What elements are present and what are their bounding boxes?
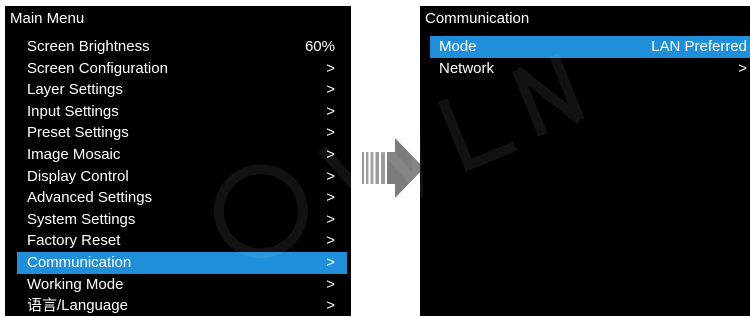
menu-item-communication[interactable]: Communication >	[17, 252, 347, 274]
menu-item-value: >	[326, 254, 335, 271]
menu-item-label: Display Control	[27, 167, 129, 185]
menu-item-label: Mode	[439, 38, 477, 55]
menu-item-value: >	[326, 81, 335, 99]
menu-item-mode[interactable]: Mode LAN Preferred	[430, 36, 750, 58]
menu-item-image-mosaic[interactable]: Image Mosaic >	[17, 144, 347, 166]
menu-item-advanced-settings[interactable]: Advanced Settings >	[17, 187, 347, 209]
menu-item-value: LAN Preferred	[651, 38, 747, 55]
menu-item-value: >	[326, 275, 335, 293]
communication-panel: Communication Mode LAN Preferred Network…	[420, 6, 750, 316]
arrow-stripes	[362, 152, 385, 184]
menu-item-factory-reset[interactable]: Factory Reset >	[17, 230, 347, 252]
menu-item-screen-configuration[interactable]: Screen Configuration >	[17, 58, 347, 80]
menu-item-label: Screen Brightness	[27, 38, 150, 55]
menu-item-value: >	[326, 124, 335, 142]
menu-item-label: Preset Settings	[27, 124, 129, 142]
menu-item-value: >	[326, 146, 335, 163]
menu-item-label: Screen Configuration	[27, 59, 168, 77]
menu-item-label: Image Mosaic	[27, 146, 121, 163]
menu-item-language[interactable]: 语言/Language >	[17, 295, 347, 317]
menu-item-system-settings[interactable]: System Settings >	[17, 209, 347, 231]
menu-item-value: >	[326, 59, 335, 77]
communication-title: Communication	[425, 10, 530, 27]
menu-item-layer-settings[interactable]: Layer Settings >	[17, 79, 347, 101]
menu-item-label: Advanced Settings	[27, 189, 153, 207]
menu-item-label: Input Settings	[27, 102, 119, 120]
menu-item-label: 语言/Language	[27, 297, 128, 315]
menu-item-value: >	[326, 210, 335, 228]
menu-item-working-mode[interactable]: Working Mode >	[17, 274, 347, 296]
menu-item-preset-settings[interactable]: Preset Settings >	[17, 122, 347, 144]
menu-item-display-control[interactable]: Display Control >	[17, 166, 347, 188]
menu-item-label: Layer Settings	[27, 81, 123, 99]
menu-item-label: Working Mode	[27, 275, 124, 293]
menu-item-value: >	[326, 232, 335, 250]
menu-item-value: 60%	[304, 38, 335, 55]
menu-item-value: >	[326, 167, 335, 185]
menu-item-screen-brightness[interactable]: Screen Brightness 60%	[17, 36, 347, 58]
menu-item-value: >	[738, 59, 747, 77]
right-arrow-icon	[362, 138, 424, 198]
arrow-head	[387, 138, 424, 198]
menu-item-label: System Settings	[27, 210, 136, 228]
main-menu-panel: Main Menu Screen Brightness 60% Screen C…	[5, 6, 351, 316]
menu-item-value: >	[326, 189, 335, 207]
menu-item-label: Network	[439, 59, 495, 77]
menu-item-label: Communication	[27, 254, 132, 271]
main-menu-title: Main Menu	[10, 10, 85, 27]
menu-item-network[interactable]: Network >	[430, 58, 750, 80]
menu-item-input-settings[interactable]: Input Settings >	[17, 101, 347, 123]
menu-item-label: Factory Reset	[27, 232, 121, 250]
menu-item-value: >	[326, 102, 335, 120]
menu-item-value: >	[326, 297, 335, 315]
